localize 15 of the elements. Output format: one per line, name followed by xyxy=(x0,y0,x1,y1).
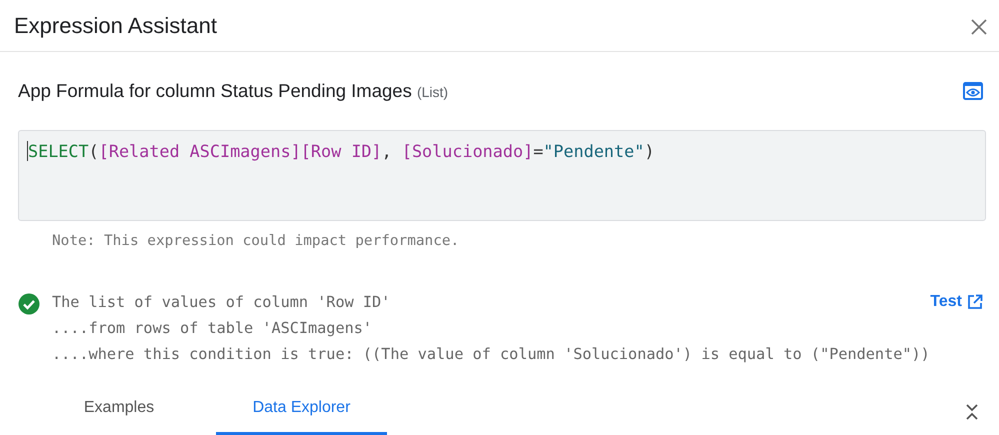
tab[interactable]: Examples xyxy=(46,389,192,435)
dialog-title: Expression Assistant xyxy=(14,12,217,38)
collapse-icon[interactable] xyxy=(965,403,979,421)
close-icon[interactable] xyxy=(971,18,987,34)
result-line: ....from rows of table 'ASCImagens' xyxy=(52,319,374,339)
code-line: SELECT([Related ASCImagens][Row ID], [Solucionado]="Pendente") xyxy=(27,141,654,161)
preview-icon[interactable] xyxy=(963,82,983,100)
test-link[interactable]: Test xyxy=(930,293,983,311)
external-link-icon[interactable] xyxy=(967,294,983,310)
result-line: The list of values of column 'Row ID' xyxy=(52,293,392,313)
expression-editor[interactable]: SELECT([Related ASCImagens][Row ID], [Solucionado]="Pendente") xyxy=(18,130,986,221)
tab[interactable]: Data Explorer xyxy=(216,389,387,435)
note-text: Note: This expression could impact performance. xyxy=(52,233,460,251)
formula-title: App Formula for column Status Pending Images (List) xyxy=(18,80,448,102)
result-line: ....where this condition is true: ((The value of column 'Solucionado') is equal to ("Pendente")) xyxy=(52,345,930,365)
